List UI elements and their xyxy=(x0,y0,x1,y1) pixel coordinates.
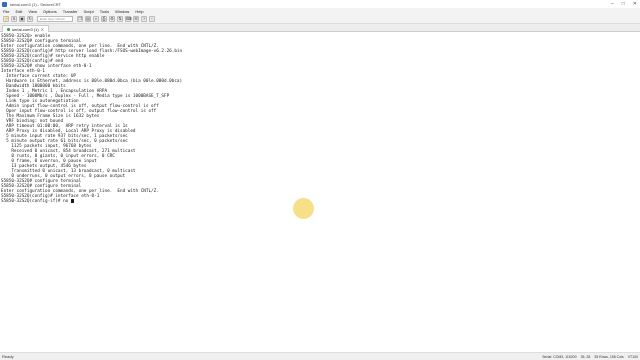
minimize-button[interactable]: – xyxy=(611,1,614,7)
sftp-icon[interactable]: ⇅ xyxy=(117,16,123,22)
mouse-pointer-highlight xyxy=(293,198,314,219)
menu-help[interactable]: Help xyxy=(135,9,143,14)
menu-bar: File Edit View Options Transfer Script T… xyxy=(0,8,640,15)
lock-icon[interactable]: ▫ xyxy=(149,16,155,22)
terminal-output[interactable]: S5850-32S2Q> enable S5850-32S2Q# configu… xyxy=(0,33,640,352)
menu-edit[interactable]: Edit xyxy=(15,9,22,14)
settings-icon[interactable]: ⚙ xyxy=(109,16,115,22)
status-emulation: VT100 xyxy=(627,354,638,359)
keymap-icon[interactable]: ⌨ xyxy=(125,16,132,22)
menu-file[interactable]: File xyxy=(3,9,9,14)
connect-tab-icon[interactable]: ▣ xyxy=(19,16,25,22)
maximize-button[interactable]: □ xyxy=(622,1,625,7)
securecrt-app-icon xyxy=(2,1,7,7)
window-controls: – □ ✕ xyxy=(611,1,637,7)
connect-icon[interactable]: ⚡ xyxy=(3,16,9,22)
menu-tools[interactable]: Tools xyxy=(100,9,109,14)
quick-connect-icon[interactable]: ↯ xyxy=(11,16,17,22)
title-bar: serial-com3 (1) - SecureCRT – □ ✕ xyxy=(0,0,640,8)
status-ready: Ready xyxy=(2,354,14,359)
status-bar: Ready Serial: COM3, 115200 35, 28 35 Row… xyxy=(0,352,640,360)
close-button[interactable]: ✕ xyxy=(633,1,637,7)
print-icon[interactable]: ⎙ xyxy=(101,16,107,22)
menu-transfer[interactable]: Transfer xyxy=(63,9,78,14)
tab-label: serial-com3 (1) xyxy=(12,26,39,32)
menu-view[interactable]: View xyxy=(28,9,37,14)
menu-options[interactable]: Options xyxy=(43,9,57,14)
menu-script[interactable]: Script xyxy=(84,9,94,14)
connected-status-icon xyxy=(7,27,10,31)
toolbar: ⚡ ↯ ▣ ↻ Enter host <Alt+R> ❐ ▤ ⌕ ⎙ ⚙ ⇅ ⌨… xyxy=(0,15,640,24)
status-connection: Serial: COM3, 115200 xyxy=(542,354,577,359)
find-icon[interactable]: ⌕ xyxy=(93,16,99,22)
status-info: Serial: COM3, 115200 35, 28 35 Rows, 158… xyxy=(542,355,638,359)
paste-icon[interactable]: ▤ xyxy=(85,16,91,22)
copy-icon[interactable]: ❐ xyxy=(77,16,83,22)
session-tab-bar: serial-com3 (1) ✕ xyxy=(0,24,640,32)
terminal-prompt-line[interactable]: S5850-32S2Q(config-if)# no xyxy=(1,199,74,204)
reconnect-icon[interactable]: ↻ xyxy=(27,16,33,22)
host-input[interactable]: Enter host <Alt+R> xyxy=(37,16,73,22)
menu-window[interactable]: Window xyxy=(115,9,129,14)
text-cursor xyxy=(70,199,74,203)
prompt-text: S5850-32S2Q(config-if)# no xyxy=(1,199,71,204)
options-icon[interactable]: ☰ xyxy=(133,16,139,22)
close-tab-icon[interactable]: ✕ xyxy=(41,27,44,32)
status-cursor-position: 35, 28 xyxy=(580,354,591,359)
status-dimensions: 35 Rows, 158 Cols xyxy=(594,354,624,359)
help-icon[interactable]: ? xyxy=(141,16,147,22)
tab-serial-com3[interactable]: serial-com3 (1) ✕ xyxy=(2,25,50,32)
window-title: serial-com3 (1) - SecureCRT xyxy=(10,1,62,7)
